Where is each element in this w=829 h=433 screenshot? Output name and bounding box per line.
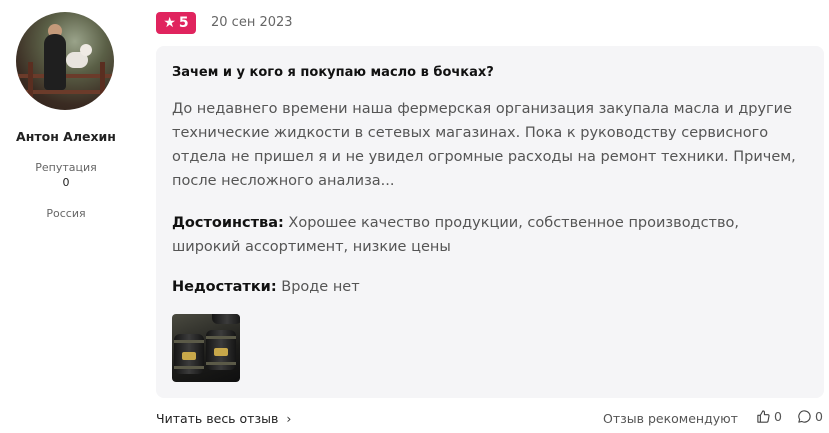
thumbs-up-icon [756,409,771,424]
likes-count: 0 [774,409,782,424]
recommend-label: Отзыв рекомендуют [603,411,738,426]
avatar[interactable] [16,12,114,110]
reputation-label: Репутация [35,161,97,174]
review-card: Зачем и у кого я покупаю масло в бочках?… [156,46,824,398]
comment-icon [797,409,812,424]
review-excerpt: До недавнего времени наша фермерская орг… [172,101,796,189]
chevron-right-icon: › [286,411,292,426]
rating-value: 5 [178,15,189,31]
comments-count: 0 [815,409,823,424]
cons-text: Вроде нет [276,279,360,295]
reputation-value: 0 [62,176,70,189]
reviewer-country: Россия [46,207,86,220]
review-cons: Недостатки: Вроде нет [172,275,802,299]
review-date: 20 сен 2023 [211,15,293,30]
reviewer-name[interactable]: Антон Алехин [0,129,132,144]
review-photo-thumbnail[interactable] [172,314,240,382]
pros-label: Достоинства: [172,215,284,231]
read-full-review-link[interactable]: Читать весь отзыв › [156,411,291,426]
read-more-label: Читать весь отзыв [156,411,279,426]
cons-label: Недостатки: [172,279,277,295]
rating-badge: ★ 5 [156,12,196,34]
review-pros: Достоинства: Хорошее качество продукции,… [172,211,802,259]
like-button[interactable]: 0 [756,409,782,424]
star-icon: ★ [163,15,176,31]
comments-button[interactable]: 0 [797,409,823,424]
review-title[interactable]: Зачем и у кого я покупаю масло в бочках? [172,65,494,80]
